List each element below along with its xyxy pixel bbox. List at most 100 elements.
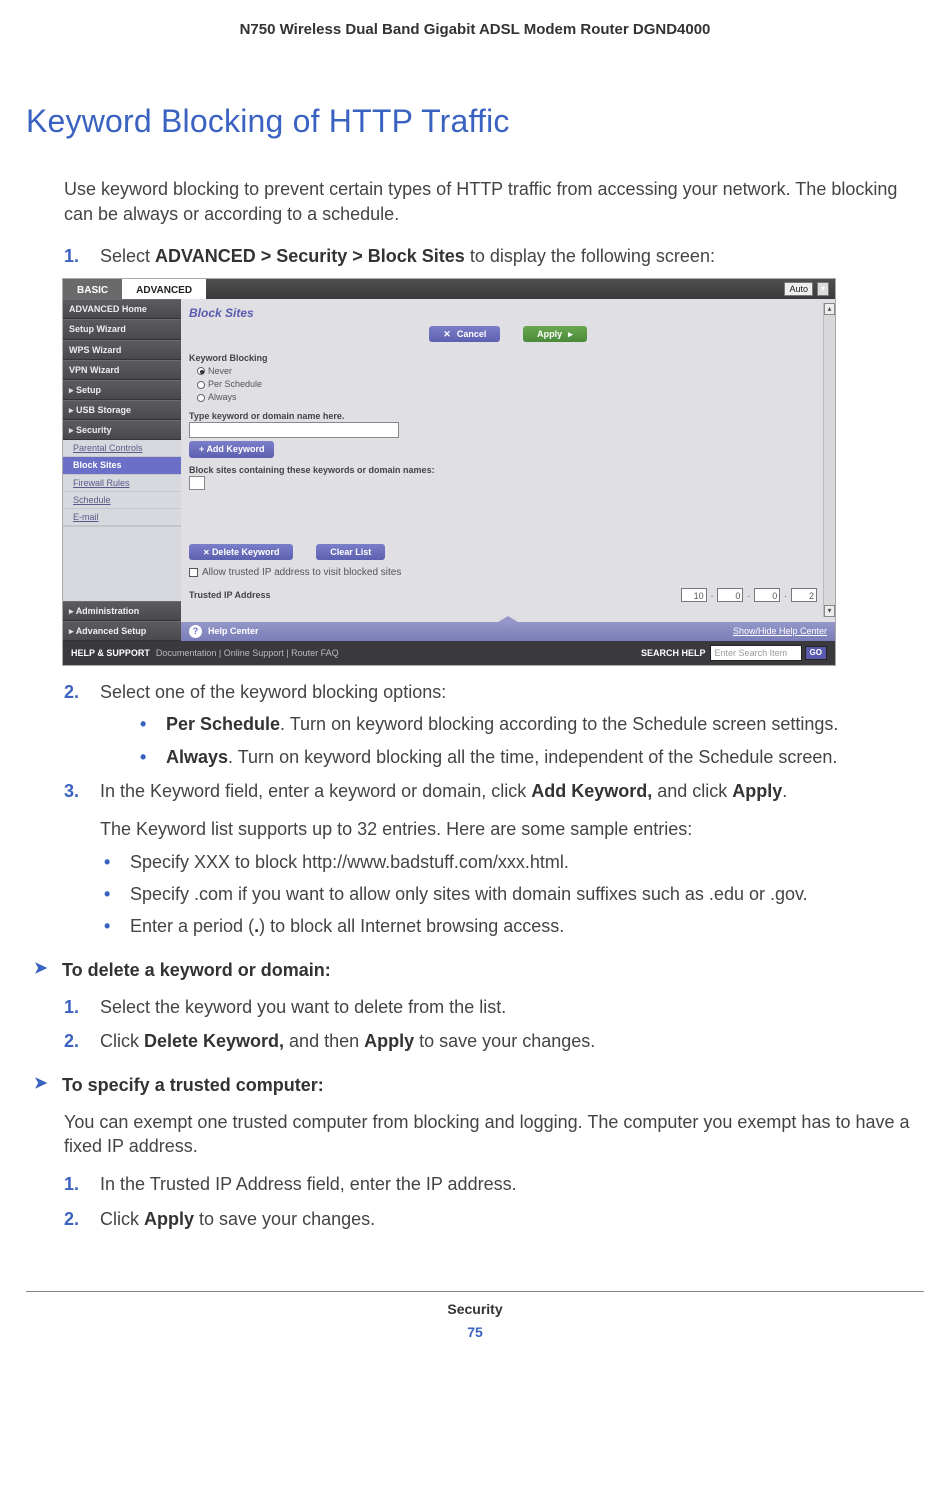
taskB-s1-text: In the Trusted IP Address field, enter t… xyxy=(100,1174,517,1194)
step-1: 1. Select ADVANCED > Security > Block Si… xyxy=(64,244,924,268)
tab-basic[interactable]: BASIC xyxy=(63,279,122,299)
ip-octet-4[interactable]: 2 xyxy=(791,588,817,602)
content-title: Block Sites xyxy=(181,299,835,323)
step-number: 1. xyxy=(64,995,79,1019)
keyword-input[interactable] xyxy=(189,422,399,438)
taskA-s2-b1: Delete Keyword, xyxy=(144,1031,284,1051)
step3-mid: and click xyxy=(652,781,732,801)
s3-post: ) to block all Internet browsing access. xyxy=(259,916,564,936)
taskA-step1: 1. Select the keyword you want to delete… xyxy=(64,995,924,1019)
vertical-scrollbar[interactable]: ▴ ▾ xyxy=(823,303,835,617)
page-header: N750 Wireless Dual Band Gigabit ADSL Mod… xyxy=(26,20,924,40)
step-number: 2. xyxy=(64,1029,79,1053)
cancel-button[interactable]: ✕Cancel xyxy=(429,326,500,342)
block-list-label: Block sites containing these keywords or… xyxy=(189,464,827,476)
sidebar-email[interactable]: E-mail xyxy=(63,509,181,526)
radio-per-schedule[interactable] xyxy=(197,381,205,389)
sidebar: ADVANCED Home Setup Wizard WPS Wizard VP… xyxy=(63,299,181,641)
sidebar-vpn-wizard[interactable]: VPN Wizard xyxy=(63,360,181,380)
taskB-s2-post: to save your changes. xyxy=(194,1209,375,1229)
type-keyword-label: Type keyword or domain name here. xyxy=(189,410,827,422)
sidebar-usb-storage[interactable]: USB Storage xyxy=(63,400,181,420)
step-3: 3. In the Keyword field, enter a keyword… xyxy=(64,779,924,938)
intro-paragraph: Use keyword blocking to prevent certain … xyxy=(64,177,924,226)
step1-pre: Select xyxy=(100,246,155,266)
sidebar-administration[interactable]: Administration xyxy=(63,601,181,621)
top-tab-bar: BASIC ADVANCED Auto ▾ xyxy=(63,279,835,299)
search-help-input[interactable]: Enter Search Item xyxy=(710,645,802,661)
section-title: Keyword Blocking of HTTP Traffic xyxy=(26,100,924,143)
step3-para: The Keyword list supports up to 32 entri… xyxy=(100,817,924,841)
show-hide-help-link[interactable]: Show/Hide Help Center xyxy=(733,625,827,637)
help-icon: ? xyxy=(189,625,202,638)
sidebar-advanced-home[interactable]: ADVANCED Home xyxy=(63,299,181,319)
step3-sample-3: Enter a period (.) to block all Internet… xyxy=(100,914,924,938)
sidebar-firewall-rules[interactable]: Firewall Rules xyxy=(63,475,181,492)
step2-bullet-per-schedule: Per Schedule. Turn on keyword blocking a… xyxy=(136,712,924,736)
help-support-links[interactable]: Documentation | Online Support | Router … xyxy=(156,647,339,659)
radio-always-label: Always xyxy=(208,392,237,402)
bottom-bar: HELP & SUPPORT Documentation | Online Su… xyxy=(63,641,835,665)
page-footer: Security 75 xyxy=(26,1291,924,1342)
step3-bold1: Add Keyword, xyxy=(531,781,652,801)
dropdown-arrow-icon[interactable]: ▾ xyxy=(817,282,829,296)
scroll-up-icon[interactable]: ▴ xyxy=(824,303,835,315)
step2-bullet-always: Always. Turn on keyword blocking all the… xyxy=(136,745,924,769)
sidebar-setup-wizard[interactable]: Setup Wizard xyxy=(63,319,181,339)
clear-list-button[interactable]: Clear List xyxy=(316,544,385,560)
expand-triangle-icon xyxy=(498,616,518,622)
bullet-term: Per Schedule xyxy=(166,714,280,734)
sidebar-wps-wizard[interactable]: WPS Wizard xyxy=(63,340,181,360)
bullet-rest: . Turn on keyword blocking all the time,… xyxy=(228,747,837,767)
step3-post: . xyxy=(782,781,787,801)
go-button[interactable]: GO xyxy=(805,646,827,661)
keyword-listbox[interactable] xyxy=(189,476,205,490)
refresh-dropdown[interactable]: Auto xyxy=(784,282,813,296)
ip-octet-3[interactable]: 0 xyxy=(754,588,780,602)
s3-pre: Enter a period ( xyxy=(130,916,254,936)
ip-octet-1[interactable]: 10 xyxy=(681,588,707,602)
allow-trusted-checkbox[interactable] xyxy=(189,568,198,577)
sidebar-schedule[interactable]: Schedule xyxy=(63,492,181,509)
step3-sample-2: Specify .com if you want to allow only s… xyxy=(100,882,924,906)
step1-post: to display the following screen: xyxy=(465,246,715,266)
search-help-label: SEARCH HELP xyxy=(641,647,706,659)
help-center-bar[interactable]: ? Help Center Show/Hide Help Center xyxy=(181,622,835,641)
tab-advanced[interactable]: ADVANCED xyxy=(122,279,206,299)
sidebar-block-sites[interactable]: Block Sites xyxy=(63,457,181,474)
sidebar-parental-controls[interactable]: Parental Controls xyxy=(63,440,181,457)
taskA-s2-post: to save your changes. xyxy=(414,1031,595,1051)
content-pane: Block Sites ✕Cancel Apply▸ Keyword Block… xyxy=(181,299,835,641)
radio-never[interactable] xyxy=(197,367,205,375)
radio-never-label: Never xyxy=(208,366,232,376)
taskB-s2-b1: Apply xyxy=(144,1209,194,1229)
taskA-s2-b2: Apply xyxy=(364,1031,414,1051)
step3-pre: In the Keyword field, enter a keyword or… xyxy=(100,781,531,801)
sidebar-setup[interactable]: Setup xyxy=(63,380,181,400)
step-2: 2. Select one of the keyword blocking op… xyxy=(64,680,924,769)
step-number: 2. xyxy=(64,1207,79,1231)
add-keyword-button[interactable]: Add Keyword xyxy=(189,441,274,457)
taskB-step2: 2. Click Apply to save your changes. xyxy=(64,1207,924,1231)
taskB-step1: 1. In the Trusted IP Address field, ente… xyxy=(64,1172,924,1196)
task-delete-heading: To delete a keyword or domain: xyxy=(34,958,924,982)
taskA-s2-pre: Click xyxy=(100,1031,144,1051)
taskB-intro: You can exempt one trusted computer from… xyxy=(64,1110,924,1159)
bullet-rest: . Turn on keyword blocking according to … xyxy=(280,714,838,734)
apply-button[interactable]: Apply▸ xyxy=(523,326,587,342)
taskA-s1-text: Select the keyword you want to delete fr… xyxy=(100,997,506,1017)
footer-section: Security xyxy=(26,1300,924,1319)
step2-text: Select one of the keyword blocking optio… xyxy=(100,682,446,702)
taskA-step2: 2. Click Delete Keyword, and then Apply … xyxy=(64,1029,924,1053)
bullet-term: Always xyxy=(166,747,228,767)
taskB-s2-pre: Click xyxy=(100,1209,144,1229)
step-number: 1. xyxy=(64,244,79,268)
scroll-down-icon[interactable]: ▾ xyxy=(824,605,835,617)
ip-octet-2[interactable]: 0 xyxy=(717,588,743,602)
trusted-ip-label: Trusted IP Address xyxy=(189,589,271,601)
radio-always[interactable] xyxy=(197,394,205,402)
sidebar-security[interactable]: Security xyxy=(63,420,181,440)
sidebar-advanced-setup[interactable]: Advanced Setup xyxy=(63,621,181,641)
step-number: 2. xyxy=(64,680,79,704)
delete-keyword-button[interactable]: Delete Keyword xyxy=(189,544,293,561)
